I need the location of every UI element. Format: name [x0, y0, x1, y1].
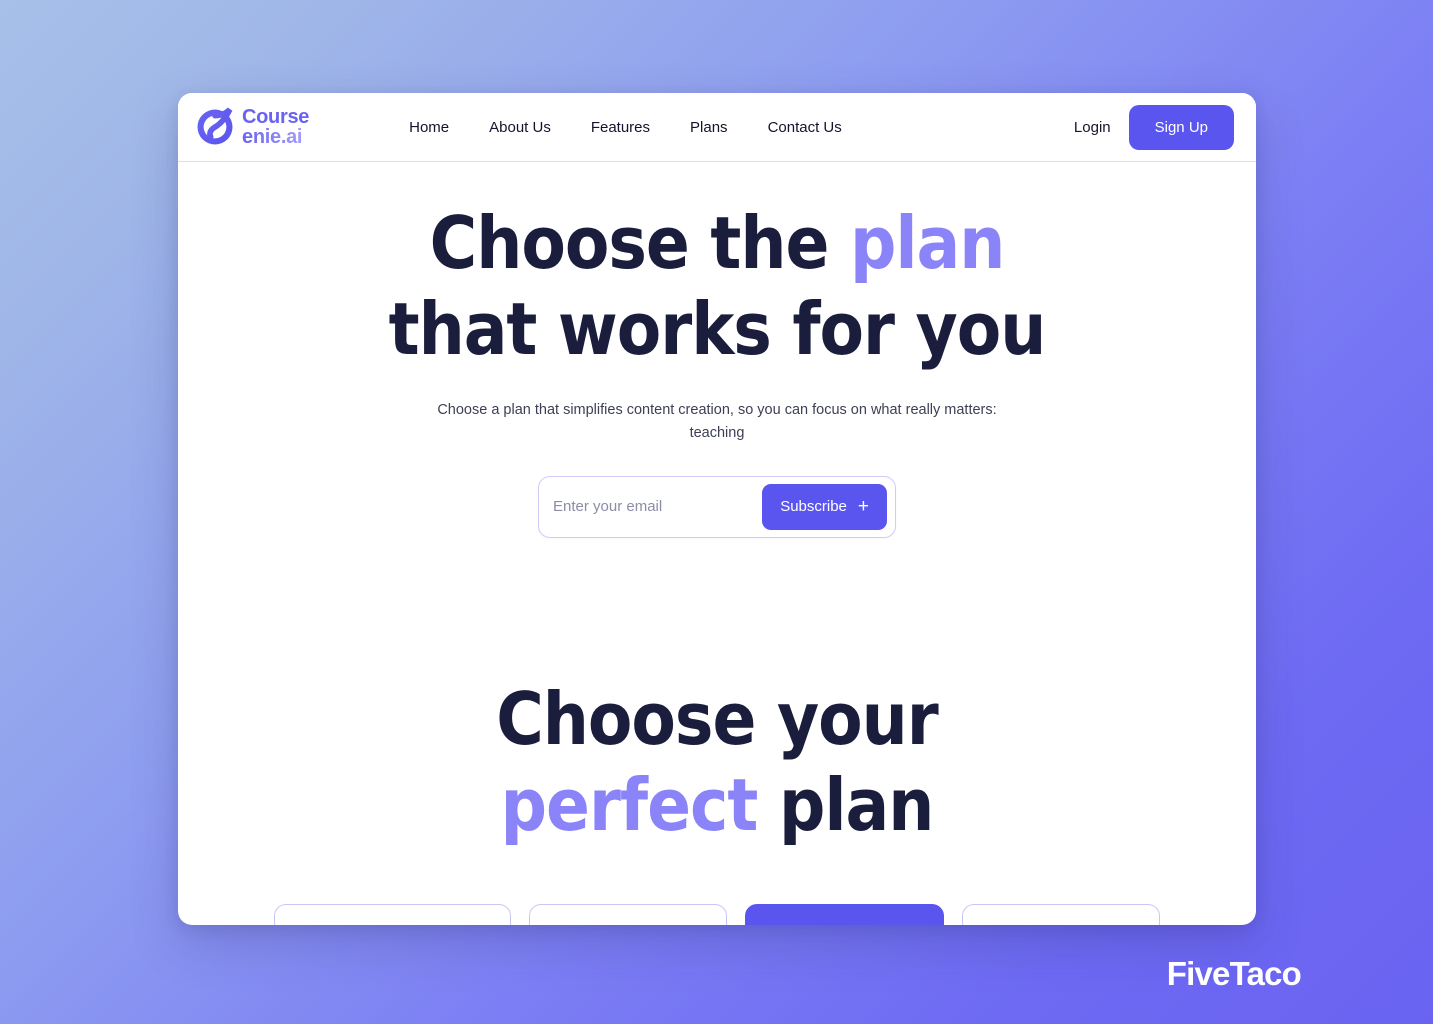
- site-header: Course enie.ai Home About Us Features Pl…: [178, 93, 1256, 162]
- plans-heading-part2: plan: [757, 763, 934, 848]
- subscribe-button[interactable]: Subscribe +: [762, 483, 887, 530]
- fivetaco-watermark: FiveTaco: [1166, 955, 1302, 992]
- nav-item-plans[interactable]: Plans: [690, 119, 728, 136]
- plus-icon: +: [857, 496, 869, 518]
- brand-wordmark-line2: enie.ai: [242, 127, 309, 147]
- hero-heading-accent: plan: [849, 201, 1005, 285]
- main-nav: Home About Us Features Plans Contact Us: [409, 119, 842, 136]
- login-link[interactable]: Login: [1074, 119, 1111, 136]
- hero-subtitle: Choose a plan that simplifies content cr…: [437, 401, 997, 442]
- coursegenie-spiral-logo-icon: [197, 107, 233, 145]
- email-input[interactable]: [553, 498, 763, 516]
- brand-wordmark-line1: Course: [242, 106, 310, 128]
- nav-item-contact-us[interactable]: Contact Us: [768, 119, 842, 136]
- header-actions: Login Sign Up: [1074, 104, 1234, 150]
- plans-grid: Complimentary Get full access to all our…: [274, 903, 1160, 925]
- hero-heading-part2: that works for you: [388, 287, 1047, 372]
- plan-card-complimentary[interactable]: Complimentary Get full access to all our…: [274, 903, 511, 925]
- nav-item-about-us[interactable]: About Us: [489, 119, 551, 136]
- sign-up-button[interactable]: Sign Up: [1128, 104, 1234, 150]
- brand-logo[interactable]: Course enie.ai: [194, 106, 309, 148]
- hero-heading: Choose the plan that works for you: [357, 200, 1077, 373]
- nav-item-features[interactable]: Features: [591, 119, 650, 136]
- plans-heading-part1: Choose your: [496, 676, 939, 761]
- plan-card-gold[interactable]: Gold Unlock full access to all our tools…: [528, 903, 728, 925]
- browser-window: Course enie.ai Home About Us Features Pl…: [178, 93, 1256, 925]
- plan-card-platinum[interactable]: Platinum Unlock full access to all our t…: [745, 903, 944, 925]
- nav-item-home[interactable]: Home: [409, 119, 449, 136]
- hero-heading-part1: Choose the: [429, 201, 850, 285]
- page-content: Choose the plan that works for you Choos…: [178, 162, 1256, 925]
- subscribe-button-label: Subscribe: [780, 498, 847, 516]
- plans-heading-accent: perfect: [500, 763, 759, 848]
- plans-heading: Choose your perfect plan: [367, 676, 1067, 849]
- plan-card-enterprise[interactable]: Enterprise Get a fully customized platfo…: [961, 903, 1160, 925]
- brand-wordmark: Course enie.ai: [242, 107, 309, 147]
- subscribe-form: Subscribe +: [538, 475, 896, 538]
